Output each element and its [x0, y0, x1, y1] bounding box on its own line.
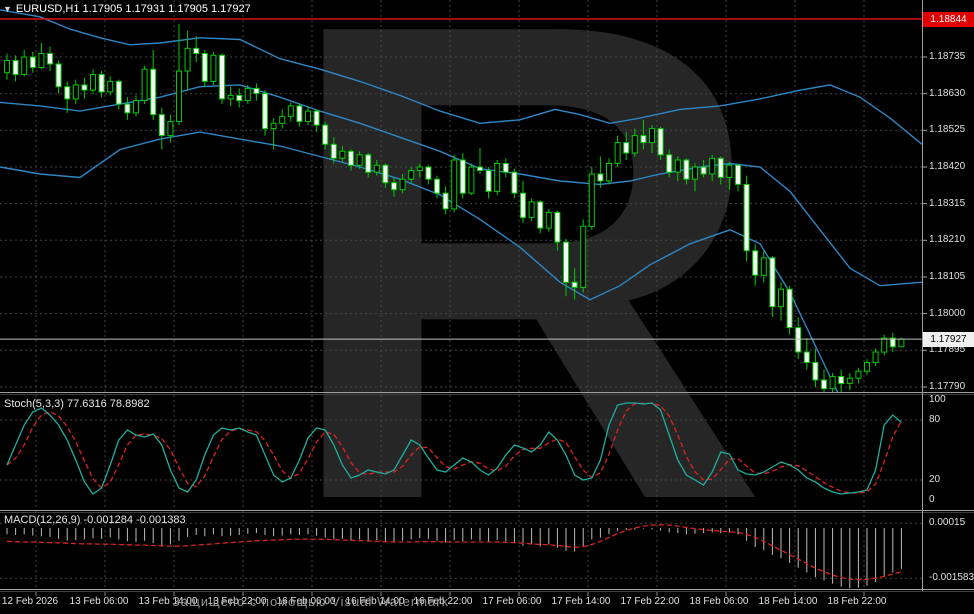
candle-wicks	[6, 23, 902, 392]
candlesticks	[4, 23, 905, 392]
resistance-price-badge: 1.18844	[923, 12, 974, 27]
price-axis-label: 1.18630	[929, 87, 966, 99]
price-axis-label: 1.18210	[929, 234, 966, 246]
time-axis-label: 18 Feb 14:00	[758, 596, 818, 607]
time-axis-label: 18 Feb 22:00	[827, 596, 887, 607]
indicator-axis[interactable]: 100 80 20 0 0.00015 -0.001583	[923, 392, 974, 592]
bollinger-upper	[0, 9, 922, 145]
time-axis[interactable]: 12 Feb 2026 13 Feb 06:00 13 Feb 14:00 13 Fe…	[0, 592, 922, 614]
mt4-chart-window: R ▼ EURUSD,H1 1.17905 1.17931 1.17905 1.1…	[0, 0, 974, 614]
indicator-axis-label: 0	[929, 494, 935, 505]
price-axis-label: 1.18525	[929, 124, 966, 136]
chart-marker-icon: ▼	[3, 4, 12, 14]
time-axis-label: 13 Feb 06:00	[69, 596, 129, 607]
watermark-text: Защищено с помощью Visual Watermark	[172, 594, 450, 609]
price-axis-label: 1.18315	[929, 197, 966, 209]
indicator-axis-label: 100	[929, 394, 946, 405]
time-axis-label: 17 Feb 22:00	[620, 596, 680, 607]
time-axis-label: 17 Feb 14:00	[551, 596, 611, 607]
bull-candles	[4, 47, 905, 390]
price-axis-label: 1.18105	[929, 270, 966, 282]
current-price-badge: 1.17927	[923, 332, 974, 348]
time-axis-label: 17 Feb 06:00	[482, 596, 542, 607]
chart-title: ▼ EURUSD,H1 1.17905 1.17931 1.17905 1.179…	[3, 3, 251, 15]
indicator-axis-label: -0.001583	[929, 572, 974, 583]
time-axis-label: 12 Feb 2026	[1, 596, 59, 607]
time-axis-label: 18 Feb 06:00	[689, 596, 749, 607]
price-axis-label: 1.18420	[929, 160, 966, 172]
macd-indicator-label: MACD(12,26,9) -0.001284 -0.001383	[4, 514, 186, 526]
stochastic-indicator-label: Stoch(5,3,3) 77.6316 78.8982	[4, 398, 150, 410]
indicator-axis-label: 20	[929, 474, 941, 485]
chart-title-text: EURUSD,H1 1.17905 1.17931 1.17905 1.1792…	[15, 3, 251, 15]
price-axis-label: 1.17790	[929, 380, 966, 392]
indicator-axis-label: 80	[929, 414, 941, 425]
price-axis-label: 1.18000	[929, 307, 966, 319]
price-axis-label: 1.18735	[929, 51, 966, 62]
indicator-axis-label: 0.00015	[929, 517, 966, 528]
macd-histogram	[6, 528, 902, 589]
